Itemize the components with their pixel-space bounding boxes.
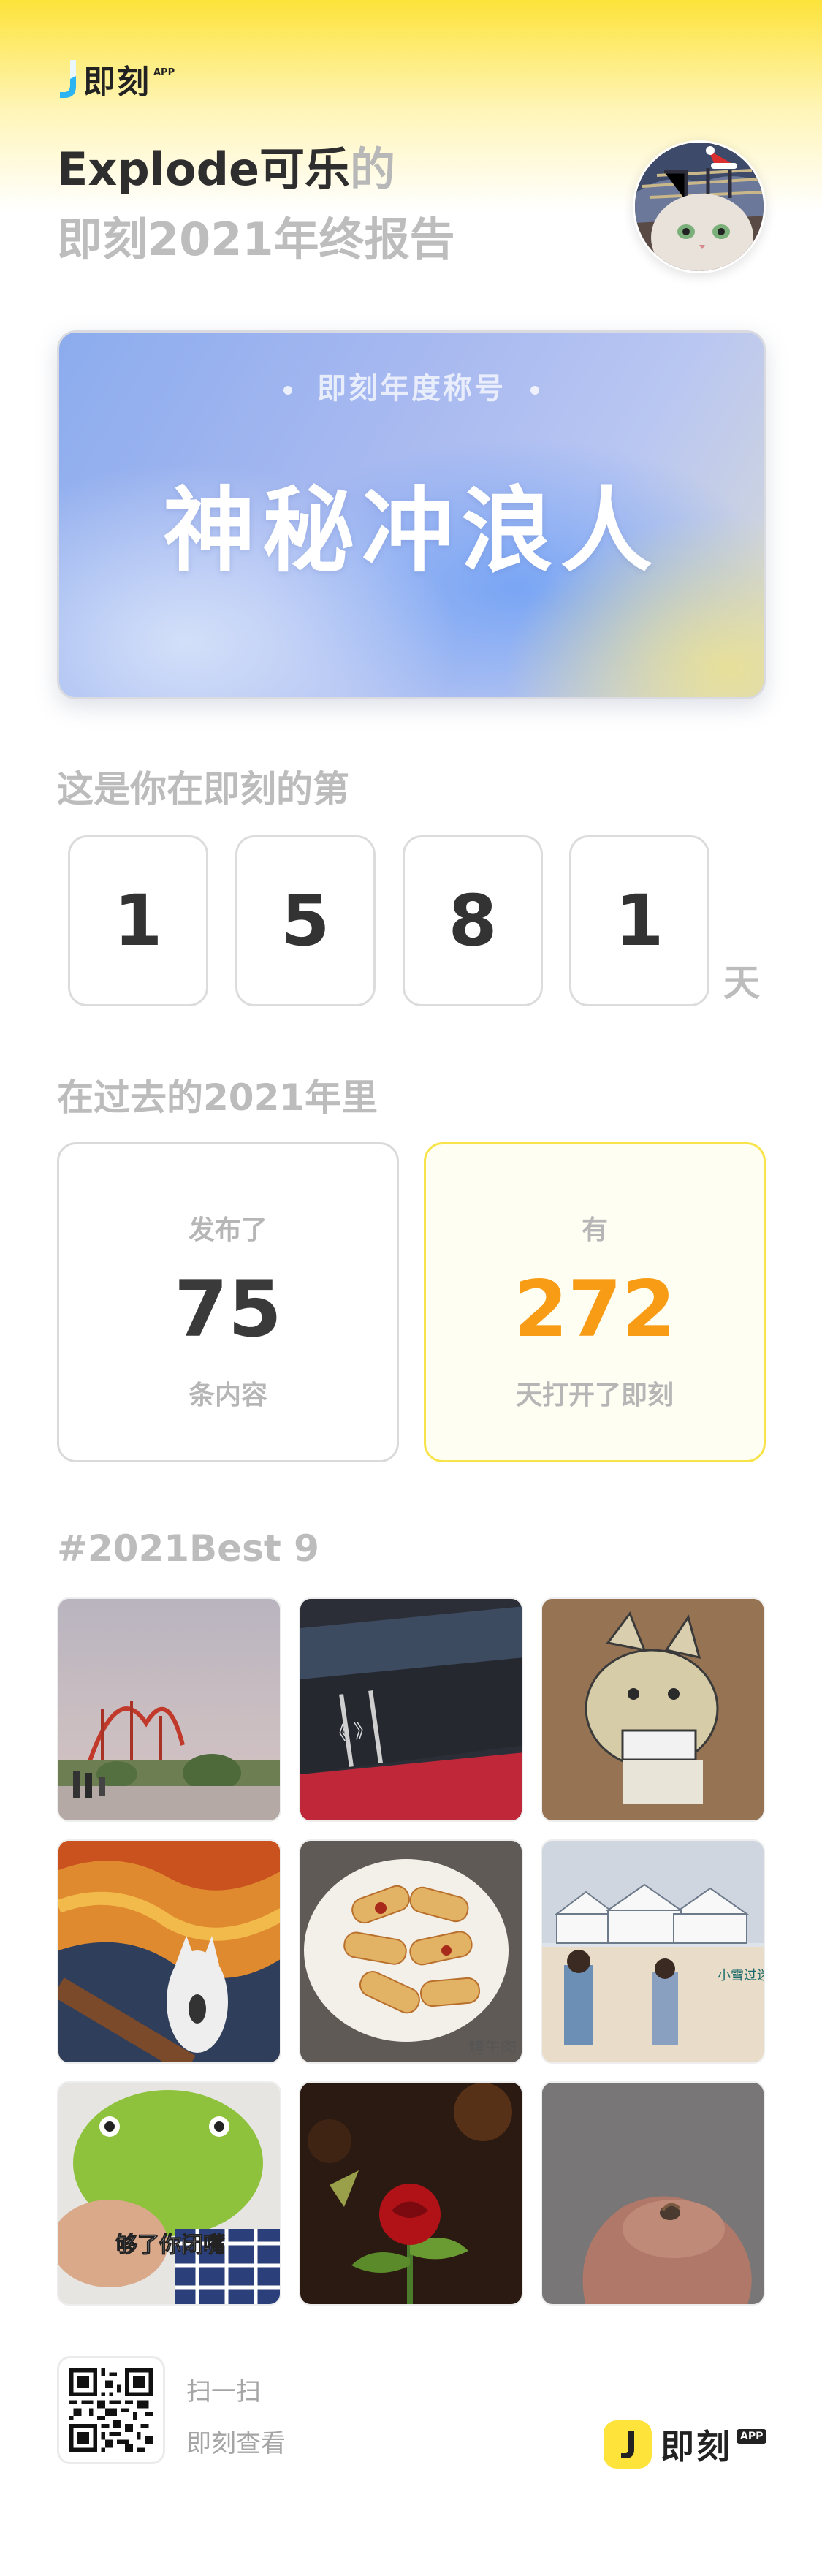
posts-stat-card: 发布了 75 条内容 — [57, 1142, 399, 1462]
jike-logo-icon — [604, 2420, 652, 2469]
scan-hint: 扫一扫 — [186, 2377, 261, 2406]
username-suffix: 的 — [350, 143, 396, 196]
hand-tiny-snail-photo[interactable] — [541, 2081, 765, 2306]
logo-text: 即刻 — [83, 64, 151, 101]
posts-count: 75 — [174, 1264, 282, 1354]
qr-code-icon — [69, 2368, 153, 2452]
dot-left-icon — [283, 386, 292, 395]
jike-logo-icon — [57, 57, 79, 101]
illustration-book-caption: 小雪过迷个 — [718, 1968, 765, 1983]
books-photo[interactable]: 《 》 — [299, 1597, 523, 1822]
opened-stat-card: 有 272 天打开了即刻 — [424, 1142, 766, 1462]
qr-code[interactable] — [57, 2356, 165, 2464]
app-logo: 即刻 APP — [57, 56, 175, 102]
opened-count: 272 — [514, 1264, 676, 1354]
year-heading: 在过去的2021年里 — [57, 1076, 378, 1119]
annual-title-card: 即刻年度称号 神秘冲浪人 — [57, 330, 766, 699]
green-plush-caption: 够了你闭嘴 — [115, 2233, 225, 2258]
illustration-book-photo[interactable]: 小雪过迷个 — [541, 1839, 765, 2064]
footer-logo: 即刻 APP — [604, 2420, 767, 2469]
report-title: 即刻2021年终报告 — [57, 213, 455, 266]
day-suffix: 天 — [723, 962, 760, 1004]
day-digit-box: 8 — [403, 835, 543, 1006]
days-heading: 这是你在即刻的第 — [57, 768, 349, 810]
posts-label: 发布了 — [188, 1215, 267, 1245]
amusement-park-photo[interactable] — [57, 1597, 281, 1822]
day-digit-box: 1 — [68, 835, 208, 1006]
green-plush-photo[interactable]: 够了你闭嘴 — [57, 2081, 281, 2306]
view-in-app-hint: 即刻查看 — [186, 2429, 286, 2458]
page-title: Explode可乐的 — [57, 139, 395, 200]
opened-label: 有 — [581, 1215, 608, 1245]
opened-sub: 天打开了即刻 — [515, 1380, 674, 1410]
cat-avatar-icon — [635, 143, 764, 271]
footer-logo-text: 即刻 — [661, 2427, 732, 2466]
red-rose-photo[interactable] — [299, 2081, 523, 2306]
footer-logo-sup: APP — [737, 2429, 767, 2444]
best9-heading: #2021Best 9 — [57, 1527, 319, 1570]
day-digit-box: 5 — [235, 835, 376, 1006]
grilled-food-caption: 烤牛肉 — [468, 2039, 517, 2057]
scream-husky-photo[interactable] — [57, 1839, 281, 2064]
avatar[interactable] — [633, 140, 766, 273]
annual-title-label: 即刻年度称号 — [59, 365, 764, 407]
dog-figurine-photo[interactable] — [541, 1597, 765, 1822]
grilled-food-photo[interactable]: 烤牛肉 — [299, 1839, 523, 2064]
dot-right-icon — [530, 386, 539, 395]
username: Explode可乐 — [57, 143, 351, 196]
annual-title: 神秘冲浪人 — [163, 477, 660, 585]
posts-sub: 条内容 — [188, 1380, 267, 1410]
logo-sup: APP — [153, 67, 175, 78]
day-digit-box: 1 — [569, 835, 709, 1006]
